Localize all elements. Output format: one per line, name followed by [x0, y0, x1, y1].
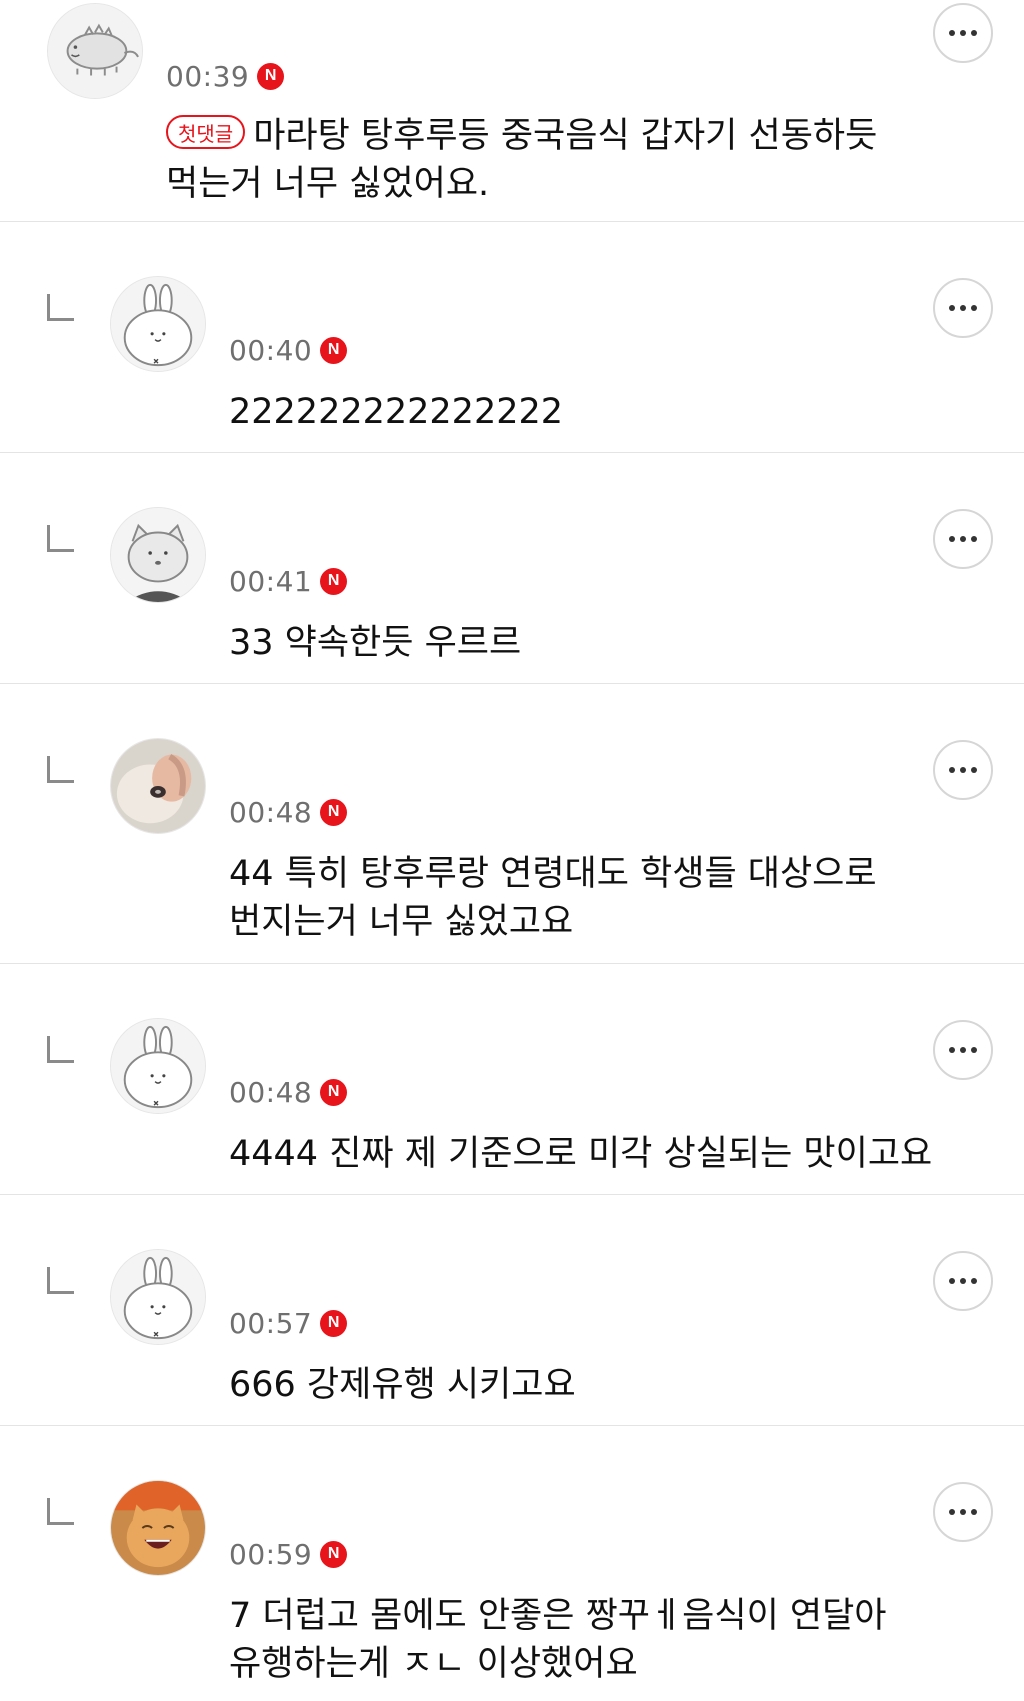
comment-time: 00:59 — [229, 1537, 313, 1571]
more-dot — [971, 1509, 977, 1515]
comment-meta: 00:40 N — [229, 332, 348, 368]
comment-text: 33 약속한듯 우르르 — [229, 623, 522, 663]
new-badge: N — [320, 336, 348, 364]
gray-cat-avatar-icon — [111, 508, 205, 602]
comment-text: 마라탕 탕후루등 중국음식 갑자기 선동하듯 먹는거 너무 싫었어요. — [166, 116, 878, 204]
comment-time: 00:57 — [229, 1306, 313, 1340]
more-dot — [949, 305, 955, 311]
more-dot — [960, 30, 966, 36]
comment-text: 666 강제유행 시키고요 — [229, 1365, 576, 1405]
comment-meta: 00:39 N — [166, 58, 285, 94]
first-comment-badge: 첫댓글 — [166, 115, 246, 149]
user-avatar[interactable] — [110, 1018, 206, 1114]
white-rabbit-avatar-icon — [111, 1250, 205, 1344]
comment-text: 7 더럽고 몸에도 안좋은 짱꾸ㅔ음식이 연달아 유행하는게 ㅈㄴ 이상했어요 — [229, 1596, 887, 1684]
cat-photo-avatar-icon — [111, 739, 205, 833]
comment-item: 00:57 N 666 강제유행 시키고요 — [0, 1195, 1024, 1426]
more-dot — [949, 536, 955, 542]
more-dot — [960, 1509, 966, 1515]
reply-indicator-icon — [47, 525, 74, 552]
comment-text-block: 첫댓글 마라탕 탕후루등 중국음식 갑자기 선동하듯 먹는거 너무 싫었어요. — [166, 112, 966, 208]
comment-meta: 00:59 N — [229, 1536, 348, 1572]
new-badge: N — [257, 62, 285, 90]
laughing-cat-photo-avatar-icon — [111, 1481, 205, 1575]
reply-indicator-icon — [47, 1267, 74, 1294]
more-dot — [949, 1509, 955, 1515]
comment-text: 4444 진짜 제 기준으로 미각 상실되는 맛이고요 — [229, 1134, 933, 1174]
comment-meta: 00:48 N — [229, 794, 348, 830]
comment-item: 00:41 N 33 약속한듯 우르르 — [0, 453, 1024, 684]
user-avatar[interactable] — [47, 3, 143, 99]
comment-time: 00:41 — [229, 564, 313, 598]
white-rabbit-avatar-icon — [111, 1019, 205, 1113]
more-dot — [971, 767, 977, 773]
comment-text: 44 특히 탕후루랑 연령대도 학생들 대상으로 번지는거 너무 싫었고요 — [229, 854, 877, 942]
new-badge: N — [320, 1309, 348, 1337]
comment-meta: 00:57 N — [229, 1305, 348, 1341]
new-badge: N — [320, 1078, 348, 1106]
reply-indicator-icon — [47, 294, 74, 321]
more-dot — [971, 1278, 977, 1284]
comment-meta: 00:41 N — [229, 563, 348, 599]
comment-item: 00:39 N 첫댓글 마라탕 탕후루등 중국음식 갑자기 선동하듯 먹는거 너무… — [0, 0, 1024, 222]
comment-item: 00:48 N 4444 진짜 제 기준으로 미각 상실되는 맛이고요 — [0, 964, 1024, 1195]
comment-item: 00:40 N 222222222222222 — [0, 222, 1024, 453]
comment-time: 00:39 — [166, 59, 250, 93]
more-dot — [960, 1047, 966, 1053]
user-avatar[interactable] — [110, 1480, 206, 1576]
more-options-button[interactable] — [933, 278, 993, 338]
more-dot — [971, 305, 977, 311]
new-badge: N — [320, 1540, 348, 1568]
more-options-button[interactable] — [933, 1251, 993, 1311]
reply-indicator-icon — [47, 756, 74, 783]
more-dot — [971, 1047, 977, 1053]
comment-time: 00:48 — [229, 795, 313, 829]
more-dot — [949, 1047, 955, 1053]
more-options-button[interactable] — [933, 1020, 993, 1080]
more-dot — [971, 536, 977, 542]
more-dot — [949, 30, 955, 36]
comment-time: 00:40 — [229, 333, 313, 367]
user-avatar[interactable] — [110, 276, 206, 372]
more-options-button[interactable] — [933, 740, 993, 800]
more-dot — [960, 1278, 966, 1284]
comment-time: 00:48 — [229, 1075, 313, 1109]
more-dot — [960, 536, 966, 542]
more-dot — [971, 30, 977, 36]
user-avatar[interactable] — [110, 507, 206, 603]
new-badge: N — [320, 798, 348, 826]
more-dot — [960, 305, 966, 311]
comment-text: 222222222222222 — [229, 392, 564, 432]
more-dot — [949, 767, 955, 773]
more-dot — [960, 767, 966, 773]
user-avatar[interactable] — [110, 738, 206, 834]
more-dot — [949, 1278, 955, 1284]
new-badge: N — [320, 567, 348, 595]
user-avatar[interactable] — [110, 1249, 206, 1345]
reply-indicator-icon — [47, 1498, 74, 1525]
more-options-button[interactable] — [933, 1482, 993, 1542]
comment-item: 00:48 N 44 특히 탕후루랑 연령대도 학생들 대상으로 번지는거 너무… — [0, 684, 1024, 964]
more-options-button[interactable] — [933, 509, 993, 569]
white-rabbit-avatar-icon — [111, 277, 205, 371]
comment-meta: 00:48 N — [229, 1074, 348, 1110]
reply-indicator-icon — [47, 1036, 74, 1063]
more-options-button[interactable] — [933, 3, 993, 63]
comment-item: 00:59 N 7 더럽고 몸에도 안좋은 짱꾸ㅔ음식이 연달아 유행하는게 ㅈ… — [0, 1426, 1024, 1701]
gray-dinosaur-avatar-icon — [48, 4, 142, 98]
